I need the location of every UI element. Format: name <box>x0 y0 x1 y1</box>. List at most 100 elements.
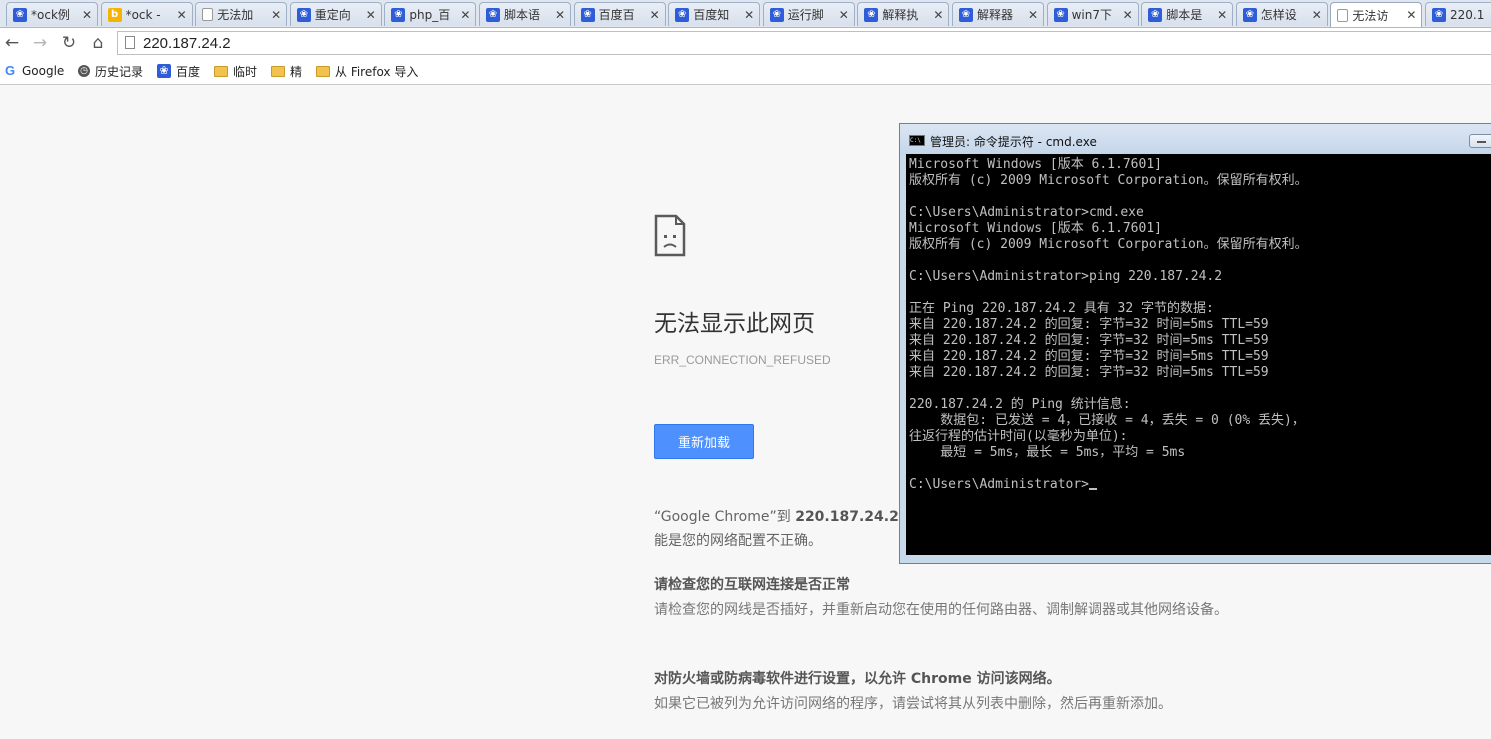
console-line: 正在 Ping 220.187.24.2 具有 32 字节的数据: <box>909 301 1491 317</box>
cmd-title: 管理员: 命令提示符 - cmd.exe <box>930 135 1097 149</box>
section-heading: 对防火墙或防病毒软件进行设置，以允许 Chrome 访问该网络。 <box>654 671 1061 687</box>
tab[interactable]: ❀ 百度百 ✕ <box>573 2 666 26</box>
console-line-text: C:\Users\Administrator> <box>909 477 1090 492</box>
page-icon <box>202 8 214 21</box>
close-tab-icon[interactable]: ✕ <box>176 8 188 22</box>
tab-title: 怎样设 <box>1260 8 1297 22</box>
close-tab-icon[interactable]: ✕ <box>1122 8 1134 22</box>
tab[interactable]: ❀ php_百 ✕ <box>384 2 477 26</box>
console-line-text: 往返行程的估计时间(以毫秒为单位): <box>909 429 1128 444</box>
console-line-text: 220.187.24.2 的 Ping 统计信息: <box>909 397 1131 412</box>
cmd-window[interactable]: C:\ 管理员: 命令提示符 - cmd.exe Microsoft Windo… <box>899 123 1491 564</box>
section-body: 如果它已被列为允许访问网络的程序，请尝试将其从列表中删除，然后再重新添加。 <box>654 696 1172 712</box>
error-title: 无法显示此网页 <box>654 311 815 337</box>
console-line: 版权所有 (c) 2009 Microsoft Corporation。保留所有… <box>909 173 1491 189</box>
close-tab-icon[interactable]: ✕ <box>1027 8 1039 22</box>
tab[interactable]: 无法加 ✕ <box>195 2 288 26</box>
console-line: 往返行程的估计时间(以毫秒为单位): <box>909 429 1491 445</box>
section-body: 请检查您的网线是否插好，并重新启动您在使用的任何路由器、调制解调器或其他网络设备… <box>654 602 1228 618</box>
close-tab-icon[interactable]: ✕ <box>743 8 755 22</box>
bookmark-item[interactable]: ❀ 百度 <box>157 62 200 80</box>
tab[interactable]: ❀ 运行脚 ✕ <box>762 2 855 26</box>
console-line: C:\Users\Administrator> <box>909 477 1491 493</box>
cmd-icon: C:\ <box>909 135 925 146</box>
back-button[interactable]: ← <box>1 32 23 54</box>
baidu-paw-icon: ❀ <box>296 7 311 22</box>
tab[interactable]: 无法访 ✕ <box>1330 2 1423 27</box>
close-tab-icon[interactable]: ✕ <box>81 8 93 22</box>
minimize-button[interactable] <box>1469 134 1491 148</box>
summary-host: 220.187.24.2 <box>795 509 899 525</box>
tab-title: 解释执 <box>882 8 919 22</box>
baidu-paw-icon: ❀ <box>157 64 171 78</box>
tab[interactable]: ❀ 解释执 ✕ <box>857 2 950 26</box>
close-tab-icon[interactable]: ✕ <box>1216 8 1228 22</box>
tab[interactable]: ❀ 重定向 ✕ <box>289 2 382 26</box>
tab[interactable]: ❀ win7下 ✕ <box>1046 2 1139 26</box>
bookmark-item[interactable]: 从 Firefox 导入 <box>316 62 418 80</box>
baidu-paw-icon: ❀ <box>1053 7 1068 22</box>
baidu-paw-icon: ❀ <box>1242 7 1257 22</box>
summary-prefix: “Google Chrome”到 <box>654 509 796 525</box>
console-line-text: 来自 220.187.24.2 的回复: 字节=32 时间=5ms TTL=59 <box>909 365 1269 380</box>
close-tab-icon[interactable]: ✕ <box>459 8 471 22</box>
bookmark-item[interactable]: 临时 <box>214 62 257 80</box>
close-tab-icon[interactable]: ✕ <box>932 8 944 22</box>
folder-icon <box>271 65 285 77</box>
home-button[interactable]: ⌂ <box>87 32 109 54</box>
console-line-text: 正在 Ping 220.187.24.2 具有 32 字节的数据: <box>909 301 1214 316</box>
tab[interactable]: ❀ 百度知 ✕ <box>668 2 761 26</box>
tab[interactable]: ❀ 怎样设 ✕ <box>1235 2 1328 26</box>
cmd-titlebar[interactable]: C:\ 管理员: 命令提示符 - cmd.exe <box>900 124 1491 154</box>
tab[interactable]: ❀ 解释器 ✕ <box>952 2 1044 26</box>
bookmark-label: 精 <box>290 64 303 79</box>
console-line-text: 来自 220.187.24.2 的回复: 字节=32 时间=5ms TTL=59 <box>909 333 1269 348</box>
section-heading: 请检查您的互联网连接是否正常 <box>654 577 850 593</box>
bookmark-label: Google <box>22 64 65 78</box>
console-line-text: 来自 220.187.24.2 的回复: 字节=32 时间=5ms TTL=59 <box>909 349 1269 364</box>
console-line-text: 版权所有 (c) 2009 Microsoft Corporation。保留所有… <box>909 173 1308 188</box>
tab-strip: ❀ *ock例 ✕ b *ock - ✕ 无法加 ✕ ❀ 重定向 ✕ ❀ php_百 ✕ ❀ 脚本语 ✕ ❀ 百度… <box>0 0 1491 28</box>
error-code: ERR_CONNECTION_REFUSED <box>654 353 831 367</box>
baidu-paw-icon: ❀ <box>580 7 595 22</box>
tab[interactable]: ❀220.1✕ <box>1425 2 1491 26</box>
close-tab-icon[interactable]: ✕ <box>365 8 377 22</box>
console-line-text: C:\Users\Administrator>ping 220.187.24.2 <box>909 269 1223 284</box>
forward-button[interactable]: → <box>29 32 51 54</box>
address-bar[interactable]: 220.187.24.2 <box>117 31 1491 55</box>
console-output[interactable]: Microsoft Windows [版本 6.1.7601] 版权所有 (c) … <box>906 154 1491 555</box>
reload-button[interactable]: ↻ <box>58 32 80 54</box>
close-tab-icon[interactable]: ✕ <box>554 8 566 22</box>
bookmark-label: 临时 <box>233 64 258 79</box>
history-icon: ◷ <box>78 65 90 77</box>
url-text: 220.187.24.2 <box>143 35 231 52</box>
close-tab-icon[interactable]: ✕ <box>1405 8 1417 22</box>
tab[interactable]: ❀ 脚本语 ✕ <box>479 2 571 26</box>
bookmark-item[interactable]: ◷ 历史记录 <box>78 62 143 80</box>
tab-title: 重定向 <box>314 8 351 22</box>
console-line: 来自 220.187.24.2 的回复: 字节=32 时间=5ms TTL=59 <box>909 349 1491 365</box>
tab-title: 百度百 <box>598 8 635 22</box>
console-line-text: 来自 220.187.24.2 的回复: 字节=32 时间=5ms TTL=59 <box>909 317 1269 332</box>
page-icon <box>1337 8 1349 22</box>
tab[interactable]: b *ock - ✕ <box>100 2 193 26</box>
sad-page-icon <box>654 214 686 257</box>
bookmark-item[interactable]: 精 <box>271 62 302 80</box>
tab-title: 百度知 <box>693 8 730 22</box>
close-tab-icon[interactable]: ✕ <box>270 8 282 22</box>
tab-title: *ock例 <box>31 8 70 22</box>
close-tab-icon[interactable]: ✕ <box>838 8 850 22</box>
folder-icon <box>214 65 228 77</box>
close-tab-icon[interactable]: ✕ <box>1311 8 1323 22</box>
bookmark-label: 百度 <box>176 64 201 79</box>
reload-page-button[interactable]: 重新加载 <box>654 424 754 459</box>
baidu-paw-icon: ❀ <box>486 7 500 22</box>
tab-title: win7下 <box>1071 8 1112 22</box>
tab-title: *ock - <box>125 7 161 22</box>
bookmark-item[interactable]: G Google <box>3 62 64 80</box>
baidu-paw-icon: ❀ <box>1148 7 1163 22</box>
close-tab-icon[interactable]: ✕ <box>649 8 661 22</box>
console-line-text: 数据包: 已发送 = 4，已接收 = 4，丢失 = 0 (0% 丢失)， <box>909 413 1305 428</box>
tab[interactable]: ❀ *ock例 ✕ <box>6 2 98 26</box>
tab[interactable]: ❀ 脚本是 ✕ <box>1141 2 1234 26</box>
